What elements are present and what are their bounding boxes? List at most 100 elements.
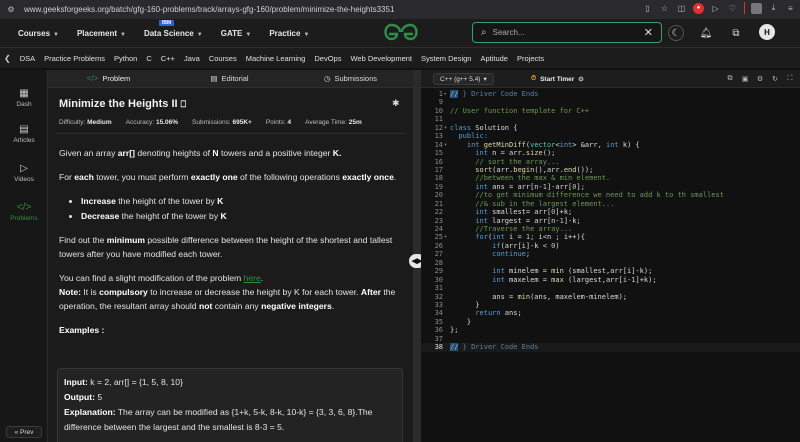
code-line[interactable]: 12 ▾ class Solution { — [421, 124, 800, 132]
cat-devops[interactable]: DevOps — [314, 54, 341, 63]
code-line[interactable]: 21 //& sub in the largest element... — [421, 200, 800, 208]
fullscreen-icon[interactable]: ⛶ — [786, 73, 794, 84]
line-number: 28 — [434, 258, 443, 267]
cat-web-development[interactable]: Web Development — [350, 54, 412, 63]
code-line[interactable]: 27 continue; — [421, 250, 800, 258]
code-line[interactable]: 20 //to get minimum difference we need t… — [421, 191, 800, 199]
nav-practice[interactable]: Practice ▼ — [269, 29, 309, 38]
settings-icon[interactable]: ⚙ — [756, 73, 764, 84]
save-icon[interactable]: ▣ — [741, 73, 749, 84]
screenshot-icon[interactable]: ◫ — [676, 3, 687, 14]
code-line[interactable]: 23 int largest = arr[n-1]-k; — [421, 217, 800, 225]
title-text: Minimize the Heights II — [59, 98, 178, 110]
cat-courses[interactable]: Courses — [209, 54, 237, 63]
code-line[interactable]: 14 ▾ int getMinDiff(vector<int> &arr, int… — [421, 141, 800, 149]
code-line[interactable]: 16 // sort the array... — [421, 158, 800, 166]
code-area[interactable]: 1 ▸// } Driver Code Ends 9 10// User functi… — [421, 90, 800, 352]
code-line[interactable]: 13 public: — [421, 132, 800, 140]
bell-icon[interactable]: 🔔︎ — [698, 25, 714, 41]
nav-label: GATE — [220, 28, 243, 38]
line-number: 18 — [434, 174, 443, 183]
code-line[interactable]: 19 int ans = arr[n-1]-arr[0]; — [421, 183, 800, 191]
browser-extensions: ▯ ☆ ◫ ● ▷ ♡ ⤓ ≡ — [642, 2, 796, 14]
heart-icon[interactable]: ♡ — [727, 3, 738, 14]
cat-cpp[interactable]: C++ — [161, 54, 175, 63]
code-line[interactable]: 18 //between the max & min element. — [421, 174, 800, 182]
code-line[interactable]: 30 int maxelem = max (largest,arr[i-1]+k… — [421, 276, 800, 284]
chevron-left-icon[interactable]: ❮ — [4, 54, 11, 63]
code-line[interactable]: 17 sort(arr.begin(),arr.end()); — [421, 166, 800, 174]
meta-value: 695K+ — [232, 119, 252, 126]
fold-arrow-icon[interactable]: ▸ — [444, 90, 447, 98]
sidebar-item-problems[interactable]: </> Problems — [0, 202, 48, 222]
cat-projects[interactable]: Projects — [517, 54, 544, 63]
code-line[interactable]: 31 — [421, 284, 800, 292]
fold-arrow-icon[interactable]: ▾ — [444, 124, 447, 132]
tab-submissions[interactable]: ◷ Submissions — [290, 70, 411, 87]
cat-java[interactable]: Java — [184, 54, 200, 63]
code-line[interactable]: 1 ▸// } Driver Code Ends — [421, 90, 800, 98]
code-line[interactable]: 22 int smallest= arr[0]+k; — [421, 208, 800, 216]
download-icon[interactable]: ⤓ — [768, 3, 779, 14]
bug-report-icon[interactable]: ✱ — [392, 98, 400, 109]
code-line[interactable]: 37 — [421, 335, 800, 343]
code-line[interactable]: 36}; — [421, 326, 800, 334]
cat-machine-learning[interactable]: Machine Learning — [246, 54, 306, 63]
address-bar[interactable]: www.geeksforgeeks.org/batch/gfg-160-prob… — [24, 5, 394, 14]
fold-arrow-icon[interactable]: ▾ — [444, 233, 447, 241]
search-input[interactable]: ⌕ Search... ✕ — [472, 22, 662, 43]
reader-icon[interactable]: ▯ — [642, 3, 653, 14]
tab-editorial[interactable]: ▤ Editorial — [169, 70, 290, 87]
fold-arrow-icon[interactable]: ▾ — [444, 141, 447, 149]
nav-data-science[interactable]: IBM Data Science ▼ — [144, 19, 203, 38]
extension-badge-icon[interactable]: ● — [693, 2, 704, 14]
user-avatar[interactable]: H — [759, 24, 775, 40]
code-line[interactable]: 26 if(arr[i]-k < 0) — [421, 242, 800, 250]
dark-mode-icon[interactable]: ☾ — [668, 25, 684, 41]
code-line[interactable]: 38 // } Driver Code Ends — [421, 343, 800, 352]
send-icon[interactable]: ▷ — [710, 3, 721, 14]
start-timer-button[interactable]: ⏱ Start Timer ⊙ — [531, 73, 584, 85]
sidebar-item-dash[interactable]: ▦ Dash — [0, 88, 48, 108]
code-line[interactable]: 24 //Traverse the array... — [421, 225, 800, 233]
close-icon[interactable]: ✕ — [644, 26, 653, 39]
nav-courses[interactable]: Courses ▼ — [18, 29, 59, 38]
nav-gate[interactable]: GATE ▼ — [221, 29, 252, 38]
nav-placement[interactable]: Placement ▼ — [77, 29, 126, 38]
reset-icon[interactable]: ↻ — [771, 73, 779, 84]
code-line[interactable]: 15 int n = arr.size(); — [421, 149, 800, 157]
cat-python[interactable]: Python — [114, 54, 137, 63]
code-line[interactable]: 32 ans = min(ans, maxelem-minelem); — [421, 293, 800, 301]
here-link[interactable]: here — [244, 273, 261, 283]
timer-icon: ⏱ — [531, 75, 537, 82]
meta-label: Accuracy: — [125, 119, 155, 126]
prev-button[interactable]: « Prev — [6, 426, 42, 438]
code-line[interactable]: 11 — [421, 115, 800, 123]
bookmark-icon[interactable]: ⎕ — [181, 99, 186, 109]
gfg-logo[interactable] — [384, 23, 418, 41]
sidebar-item-articles[interactable]: ▤ Articles — [0, 124, 48, 144]
page-info-icon[interactable]: ⚙ — [6, 5, 16, 15]
code-line[interactable]: 33 } — [421, 301, 800, 309]
translate-icon[interactable]: ⧉ — [728, 25, 744, 41]
menu-icon[interactable]: ≡ — [785, 3, 796, 14]
sidebar-item-videos[interactable]: ▷ Videos — [0, 163, 48, 183]
code-line[interactable]: 35 } — [421, 318, 800, 326]
copy-icon[interactable]: ⧉ — [726, 73, 734, 84]
cat-aptitude[interactable]: Aptitude — [480, 54, 508, 63]
code-line[interactable]: 34 return ans; — [421, 309, 800, 317]
code-line[interactable]: 29 int minelem = min (smallest,arr[i]-k)… — [421, 267, 800, 275]
editor-toolbar: C++ (g++ 5.4) ▾ ⏱ Start Timer ⊙ ⧉ ▣ ⚙ ↻ ⛶ — [421, 70, 800, 88]
cat-system-design[interactable]: System Design — [421, 54, 471, 63]
cat-practice-problems[interactable]: Practice Problems — [44, 54, 105, 63]
profile-avatar[interactable] — [751, 2, 762, 14]
code-line[interactable]: 28 — [421, 259, 800, 267]
tab-problem[interactable]: </> Problem — [48, 70, 169, 87]
code-line[interactable]: 10 // User function template for C++ — [421, 107, 800, 115]
bookmark-icon[interactable]: ☆ — [659, 3, 670, 14]
cat-c[interactable]: C — [146, 54, 151, 63]
language-select[interactable]: C++ (g++ 5.4) ▾ — [433, 73, 494, 85]
code-line[interactable]: 9 — [421, 98, 800, 106]
cat-dsa[interactable]: DSA — [20, 54, 35, 63]
code-line[interactable]: 25 ▾ for(int i = 1; i<n ; i++){ — [421, 233, 800, 241]
